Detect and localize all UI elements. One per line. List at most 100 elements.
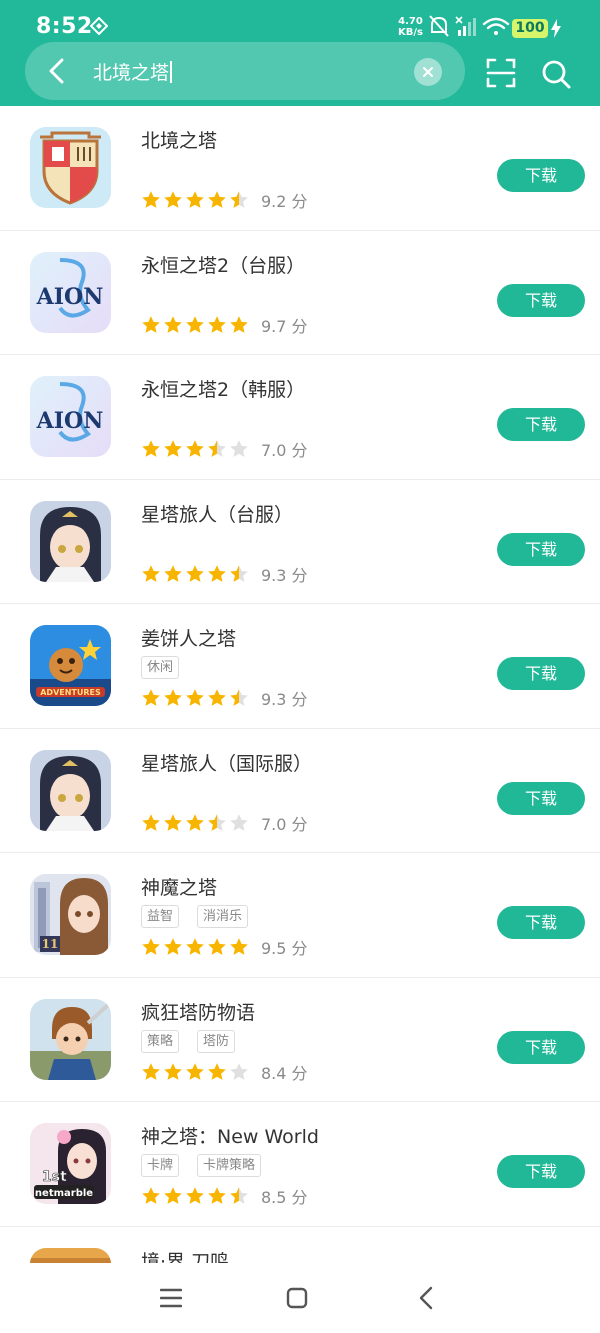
nav-back-icon[interactable] bbox=[418, 1286, 434, 1310]
app-score: 9.2 分 bbox=[261, 192, 308, 211]
battery-indicator: 100 bbox=[512, 19, 548, 38]
app-name[interactable]: 星塔旅人（国际服） bbox=[141, 749, 312, 776]
app-score: 9.3 分 bbox=[261, 690, 308, 709]
status-bar: 8:52 4.70 KB/s 100 bbox=[0, 0, 600, 44]
mute-bell-icon bbox=[429, 15, 449, 37]
star-full-icon bbox=[186, 1062, 204, 1080]
status-time: 8:52 bbox=[36, 14, 93, 39]
star-full-icon bbox=[208, 1062, 226, 1080]
download-button[interactable]: 下载 bbox=[497, 1030, 585, 1064]
star-rating: 9.2 分 bbox=[141, 188, 308, 212]
app-row[interactable]: 1st netmarble 神之塔：New World 卡牌 卡牌策略 8.5 分 下载 bbox=[0, 1102, 600, 1227]
system-nav-bar bbox=[0, 1263, 600, 1333]
app-row[interactable]: AION 永恒之塔2（韩服） 7.0 分 下载 bbox=[0, 355, 600, 480]
star-full-icon bbox=[164, 191, 182, 208]
download-button[interactable]: 下载 bbox=[497, 283, 585, 317]
category-tag: 塔防 bbox=[197, 1029, 236, 1053]
app-name[interactable]: 星塔旅人（台服） bbox=[141, 500, 293, 527]
category-tag: 休闲 bbox=[141, 656, 180, 679]
app-row[interactable]: AION 永恒之塔2（台服） 9.7 分 下载 bbox=[0, 231, 600, 355]
star-full-icon bbox=[142, 1187, 160, 1204]
anime-girl-icon[interactable] bbox=[30, 749, 111, 831]
castle-crest-icon[interactable] bbox=[30, 127, 111, 208]
star-rating: 8.5 分 bbox=[141, 1184, 308, 1208]
star-rating: 9.3 分 bbox=[141, 686, 308, 710]
star-full-icon bbox=[164, 440, 182, 457]
download-button[interactable]: 下载 bbox=[497, 408, 585, 441]
star-full-icon bbox=[142, 1062, 160, 1080]
wifi-icon bbox=[482, 17, 510, 35]
anime-girl-icon[interactable] bbox=[30, 500, 111, 582]
download-button[interactable]: 下载 bbox=[497, 781, 585, 815]
app-row[interactable]: 11 神魔之塔 益智 消消乐 9.5 分 下载 bbox=[0, 853, 600, 978]
app-row[interactable]: 星塔旅人（台服） 9.3 分 下载 bbox=[0, 480, 600, 604]
netmarble-girl-icon[interactable]: 1st netmarble bbox=[30, 1123, 111, 1204]
app-score: 9.5 分 bbox=[261, 939, 308, 958]
app-name[interactable]: 姜饼人之塔 bbox=[141, 624, 236, 651]
app-row[interactable]: 星塔旅人（国际服） 7.0 分 下载 bbox=[0, 729, 600, 853]
star-rating: 7.0 分 bbox=[141, 811, 308, 835]
network-speed: 4.70 KB/s bbox=[398, 16, 423, 38]
svg-text:11: 11 bbox=[42, 937, 59, 951]
app-name[interactable]: 神之塔：New World bbox=[141, 1122, 319, 1149]
star-empty-icon bbox=[230, 440, 248, 457]
search-icon[interactable] bbox=[540, 58, 572, 90]
star-full-icon bbox=[208, 689, 226, 706]
search-query: 北境之塔 bbox=[93, 62, 170, 84]
download-button[interactable]: 下载 bbox=[497, 657, 585, 690]
svg-text:ADVENTURES: ADVENTURES bbox=[40, 688, 101, 697]
app-score: 9.3 分 bbox=[261, 565, 308, 585]
star-full-icon bbox=[186, 689, 204, 706]
star-rating: 8.4 分 bbox=[141, 1060, 308, 1084]
star-full-icon bbox=[142, 938, 160, 955]
scan-icon[interactable] bbox=[485, 57, 517, 89]
star-half-icon bbox=[208, 813, 226, 831]
star-full-icon bbox=[164, 1062, 182, 1080]
download-button[interactable]: 下载 bbox=[497, 532, 585, 566]
app-name[interactable]: 神魔之塔 bbox=[141, 873, 217, 900]
aion-logo-icon[interactable]: AION bbox=[30, 376, 111, 457]
star-full-icon bbox=[208, 938, 226, 955]
app-name[interactable]: 疯狂塔防物语 bbox=[141, 998, 255, 1025]
star-full-icon bbox=[186, 1187, 204, 1204]
app-name[interactable]: 永恒之塔2（韩服） bbox=[141, 375, 305, 402]
star-half-icon bbox=[230, 191, 248, 208]
signal-icon bbox=[455, 16, 476, 36]
app-score: 8.5 分 bbox=[261, 1188, 308, 1207]
star-full-icon bbox=[208, 315, 226, 333]
app-row[interactable]: 北境之塔 9.2 分 下载 bbox=[0, 106, 600, 231]
star-full-icon bbox=[186, 813, 204, 831]
app-row[interactable]: ADVENTURES 姜饼人之塔休闲 9.3 分 下载 bbox=[0, 604, 600, 729]
category-tag: 策略 bbox=[141, 1029, 180, 1053]
star-full-icon bbox=[186, 191, 204, 208]
star-empty-icon bbox=[230, 813, 248, 831]
warrior-boy-icon[interactable] bbox=[30, 998, 111, 1080]
category-tag: 卡牌 bbox=[141, 1154, 180, 1177]
aion-logo-icon[interactable]: AION bbox=[30, 251, 111, 333]
star-full-icon bbox=[142, 315, 160, 333]
recent-apps-icon[interactable] bbox=[160, 1288, 182, 1308]
search-box[interactable]: 北境之塔 bbox=[25, 42, 465, 100]
app-row[interactable]: 疯狂塔防物语 策略 塔防 8.4 分 下载 bbox=[0, 978, 600, 1102]
download-button[interactable]: 下载 bbox=[497, 906, 585, 939]
app-row[interactable]: 境·界 刀鸣 bbox=[0, 1227, 600, 1267]
star-full-icon bbox=[164, 315, 182, 333]
clear-search-icon[interactable] bbox=[414, 58, 442, 86]
category-tag: 益智 bbox=[141, 905, 180, 928]
app-name[interactable]: 北境之塔 bbox=[141, 126, 217, 153]
category-tag: 卡牌策略 bbox=[197, 1154, 262, 1177]
download-button[interactable]: 下载 bbox=[497, 1155, 585, 1188]
star-full-icon bbox=[142, 564, 160, 582]
star-full-icon bbox=[164, 689, 182, 706]
home-icon[interactable] bbox=[286, 1287, 308, 1309]
cookie-adventures-icon[interactable]: ADVENTURES bbox=[30, 625, 111, 706]
back-arrow-icon[interactable] bbox=[47, 58, 65, 84]
star-full-icon bbox=[186, 315, 204, 333]
app-name[interactable]: 永恒之塔2（台服） bbox=[141, 251, 305, 278]
search-input[interactable]: 北境之塔 bbox=[93, 58, 172, 85]
download-button[interactable]: 下载 bbox=[497, 159, 585, 192]
tower-girl-icon[interactable]: 11 bbox=[30, 874, 111, 955]
star-full-icon bbox=[164, 813, 182, 831]
search-results-list: 北境之塔 9.2 分下载 AION 永恒之塔2（台服） 9.7 分下载 AION 永恒之塔2… bbox=[0, 106, 600, 1267]
star-full-icon bbox=[230, 938, 248, 955]
